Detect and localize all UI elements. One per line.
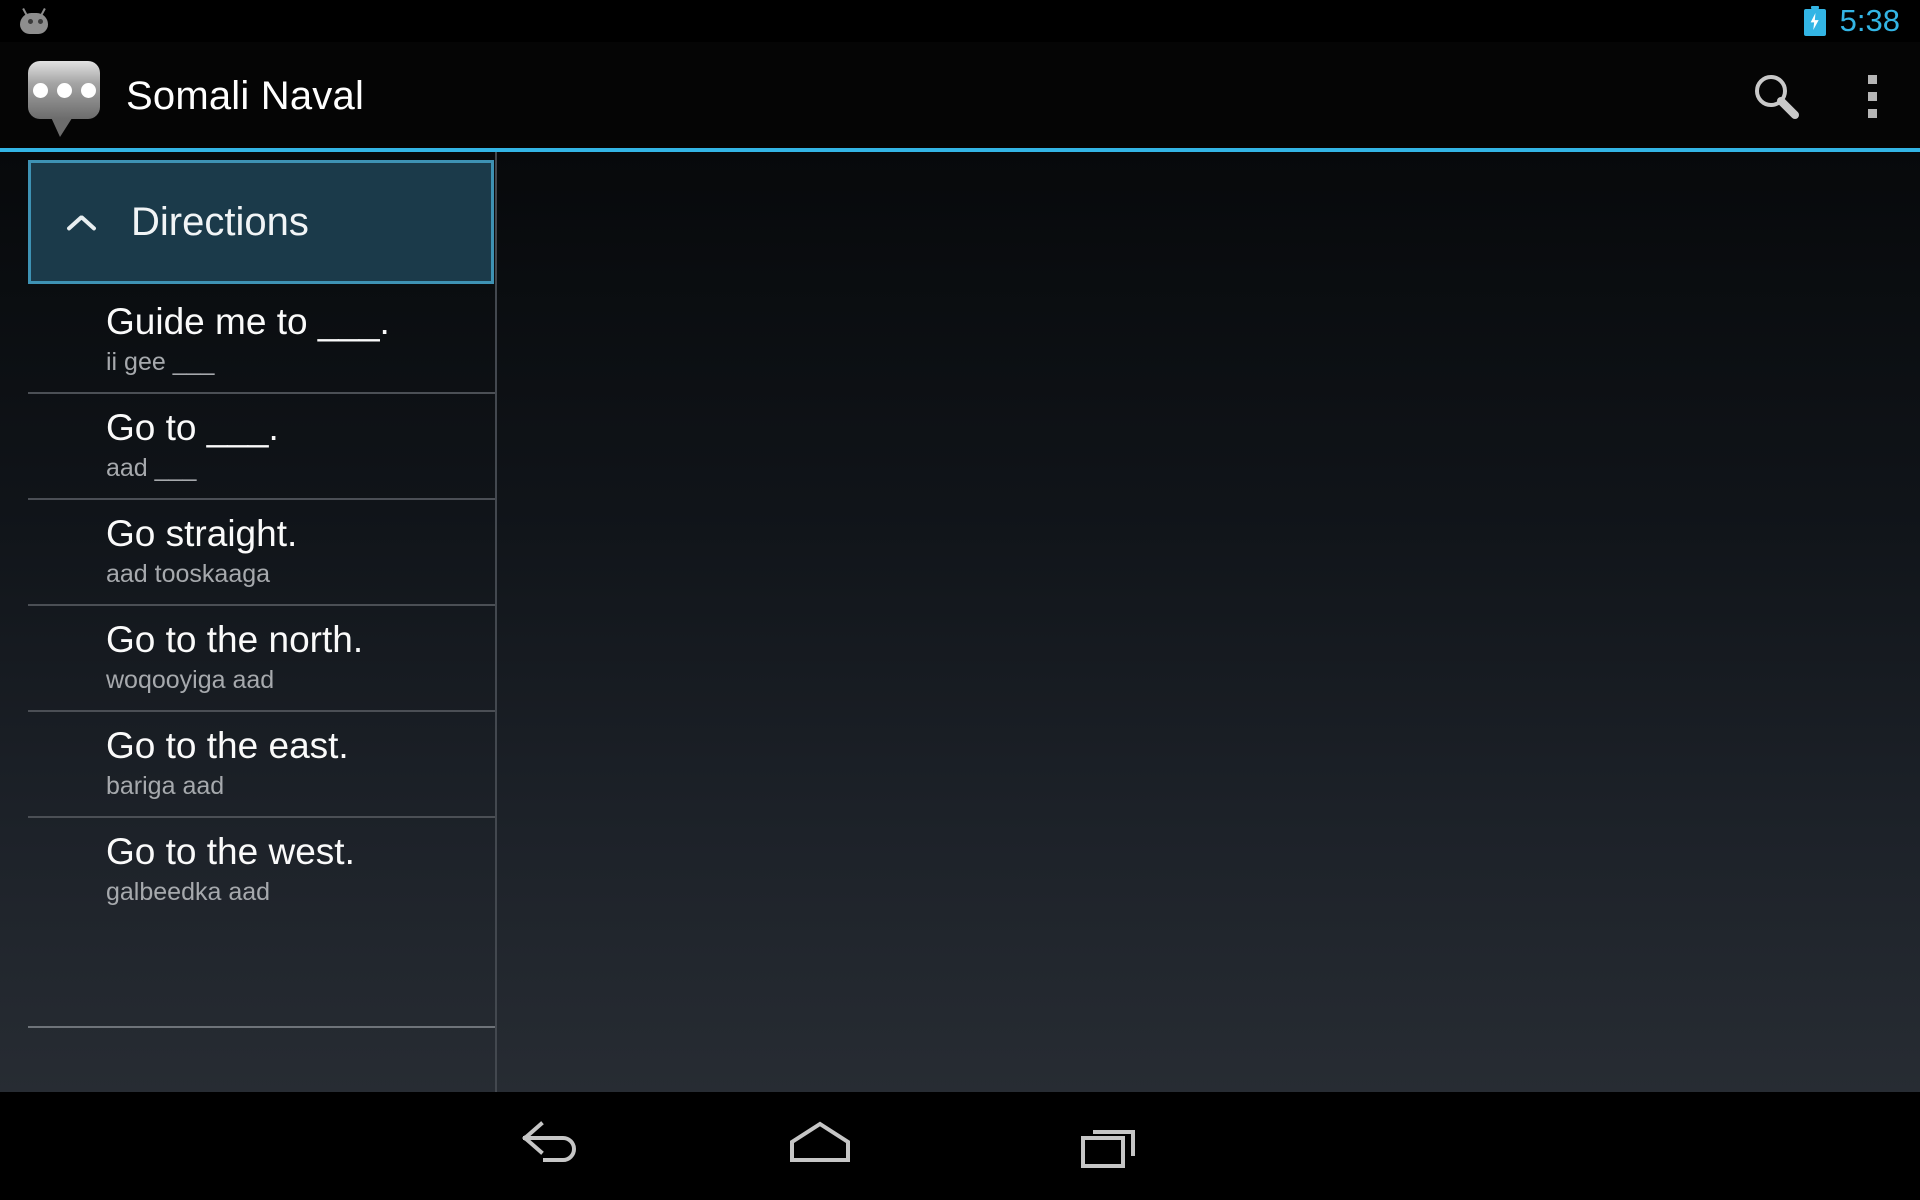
page-title: Somali Naval <box>126 73 365 118</box>
list-item[interactable]: Go to the west. galbeedka aad <box>0 816 495 922</box>
list-item[interactable]: Guide me to ___. ii gee ___ <box>0 286 495 392</box>
phrase-english: Go to the north. <box>106 618 364 660</box>
navigation-bar <box>0 1092 1920 1200</box>
phrase-somali: galbeedka aad <box>106 877 271 906</box>
search-icon <box>1755 75 1799 119</box>
status-bar-left <box>0 7 52 34</box>
list-item[interactable]: Go to ___. aad ___ <box>0 392 495 498</box>
overflow-menu-icon <box>1867 74 1877 118</box>
phrase-english: Go to the west. <box>106 830 355 872</box>
back-arrow-icon <box>522 1121 576 1162</box>
phrase-list-pane: Directions Guide me to ___. ii gee ___ G… <box>0 152 495 1092</box>
group-header-directions[interactable]: Directions <box>28 160 494 284</box>
home-icon <box>790 1121 850 1162</box>
list-item[interactable]: Go to the north. woqooyiga aad <box>0 604 495 710</box>
bugdroid-icon <box>16 7 52 34</box>
phrase-english: Go straight. <box>106 512 298 554</box>
pane-divider <box>495 152 497 1092</box>
phrase-somali: ii gee ___ <box>106 347 215 376</box>
status-bar: 5:38 <box>0 0 1920 42</box>
phrase-somali: bariga aad <box>106 771 225 800</box>
group-header-label: Directions <box>131 199 309 244</box>
phrase-list: Guide me to ___. ii gee ___ Go to ___. a… <box>0 286 495 922</box>
content-area: Directions Guide me to ___. ii gee ___ G… <box>0 152 1920 1092</box>
nav-recents-button[interactable] <box>960 1092 1260 1200</box>
status-bar-right: 5:38 <box>1803 3 1920 39</box>
phrase-somali: aad tooskaaga <box>106 559 271 588</box>
status-bar-clock: 5:38 <box>1839 3 1900 38</box>
phrase-somali: aad ___ <box>106 453 197 482</box>
action-bar: Somali Naval <box>0 42 1920 150</box>
list-item[interactable]: Go to the east. bariga aad <box>0 710 495 816</box>
chevron-up-icon <box>65 205 99 239</box>
list-item[interactable]: Go straight. aad tooskaaga <box>0 498 495 604</box>
phrase-english: Go to ___. <box>106 406 279 448</box>
nav-back-button[interactable] <box>400 1092 700 1200</box>
phrase-english: Go to the east. <box>106 724 349 766</box>
search-button[interactable] <box>1728 42 1824 150</box>
battery-charging-icon <box>1803 6 1826 36</box>
overflow-menu-button[interactable] <box>1824 42 1920 150</box>
action-bar-actions <box>1728 42 1920 150</box>
phrase-english: Guide me to ___. <box>106 300 390 342</box>
speech-bubble-icon <box>24 57 102 137</box>
list-divider <box>28 1026 495 1028</box>
recent-apps-icon <box>1081 1130 1135 1168</box>
nav-home-button[interactable] <box>670 1092 970 1200</box>
phrase-somali: woqooyiga aad <box>106 665 275 694</box>
